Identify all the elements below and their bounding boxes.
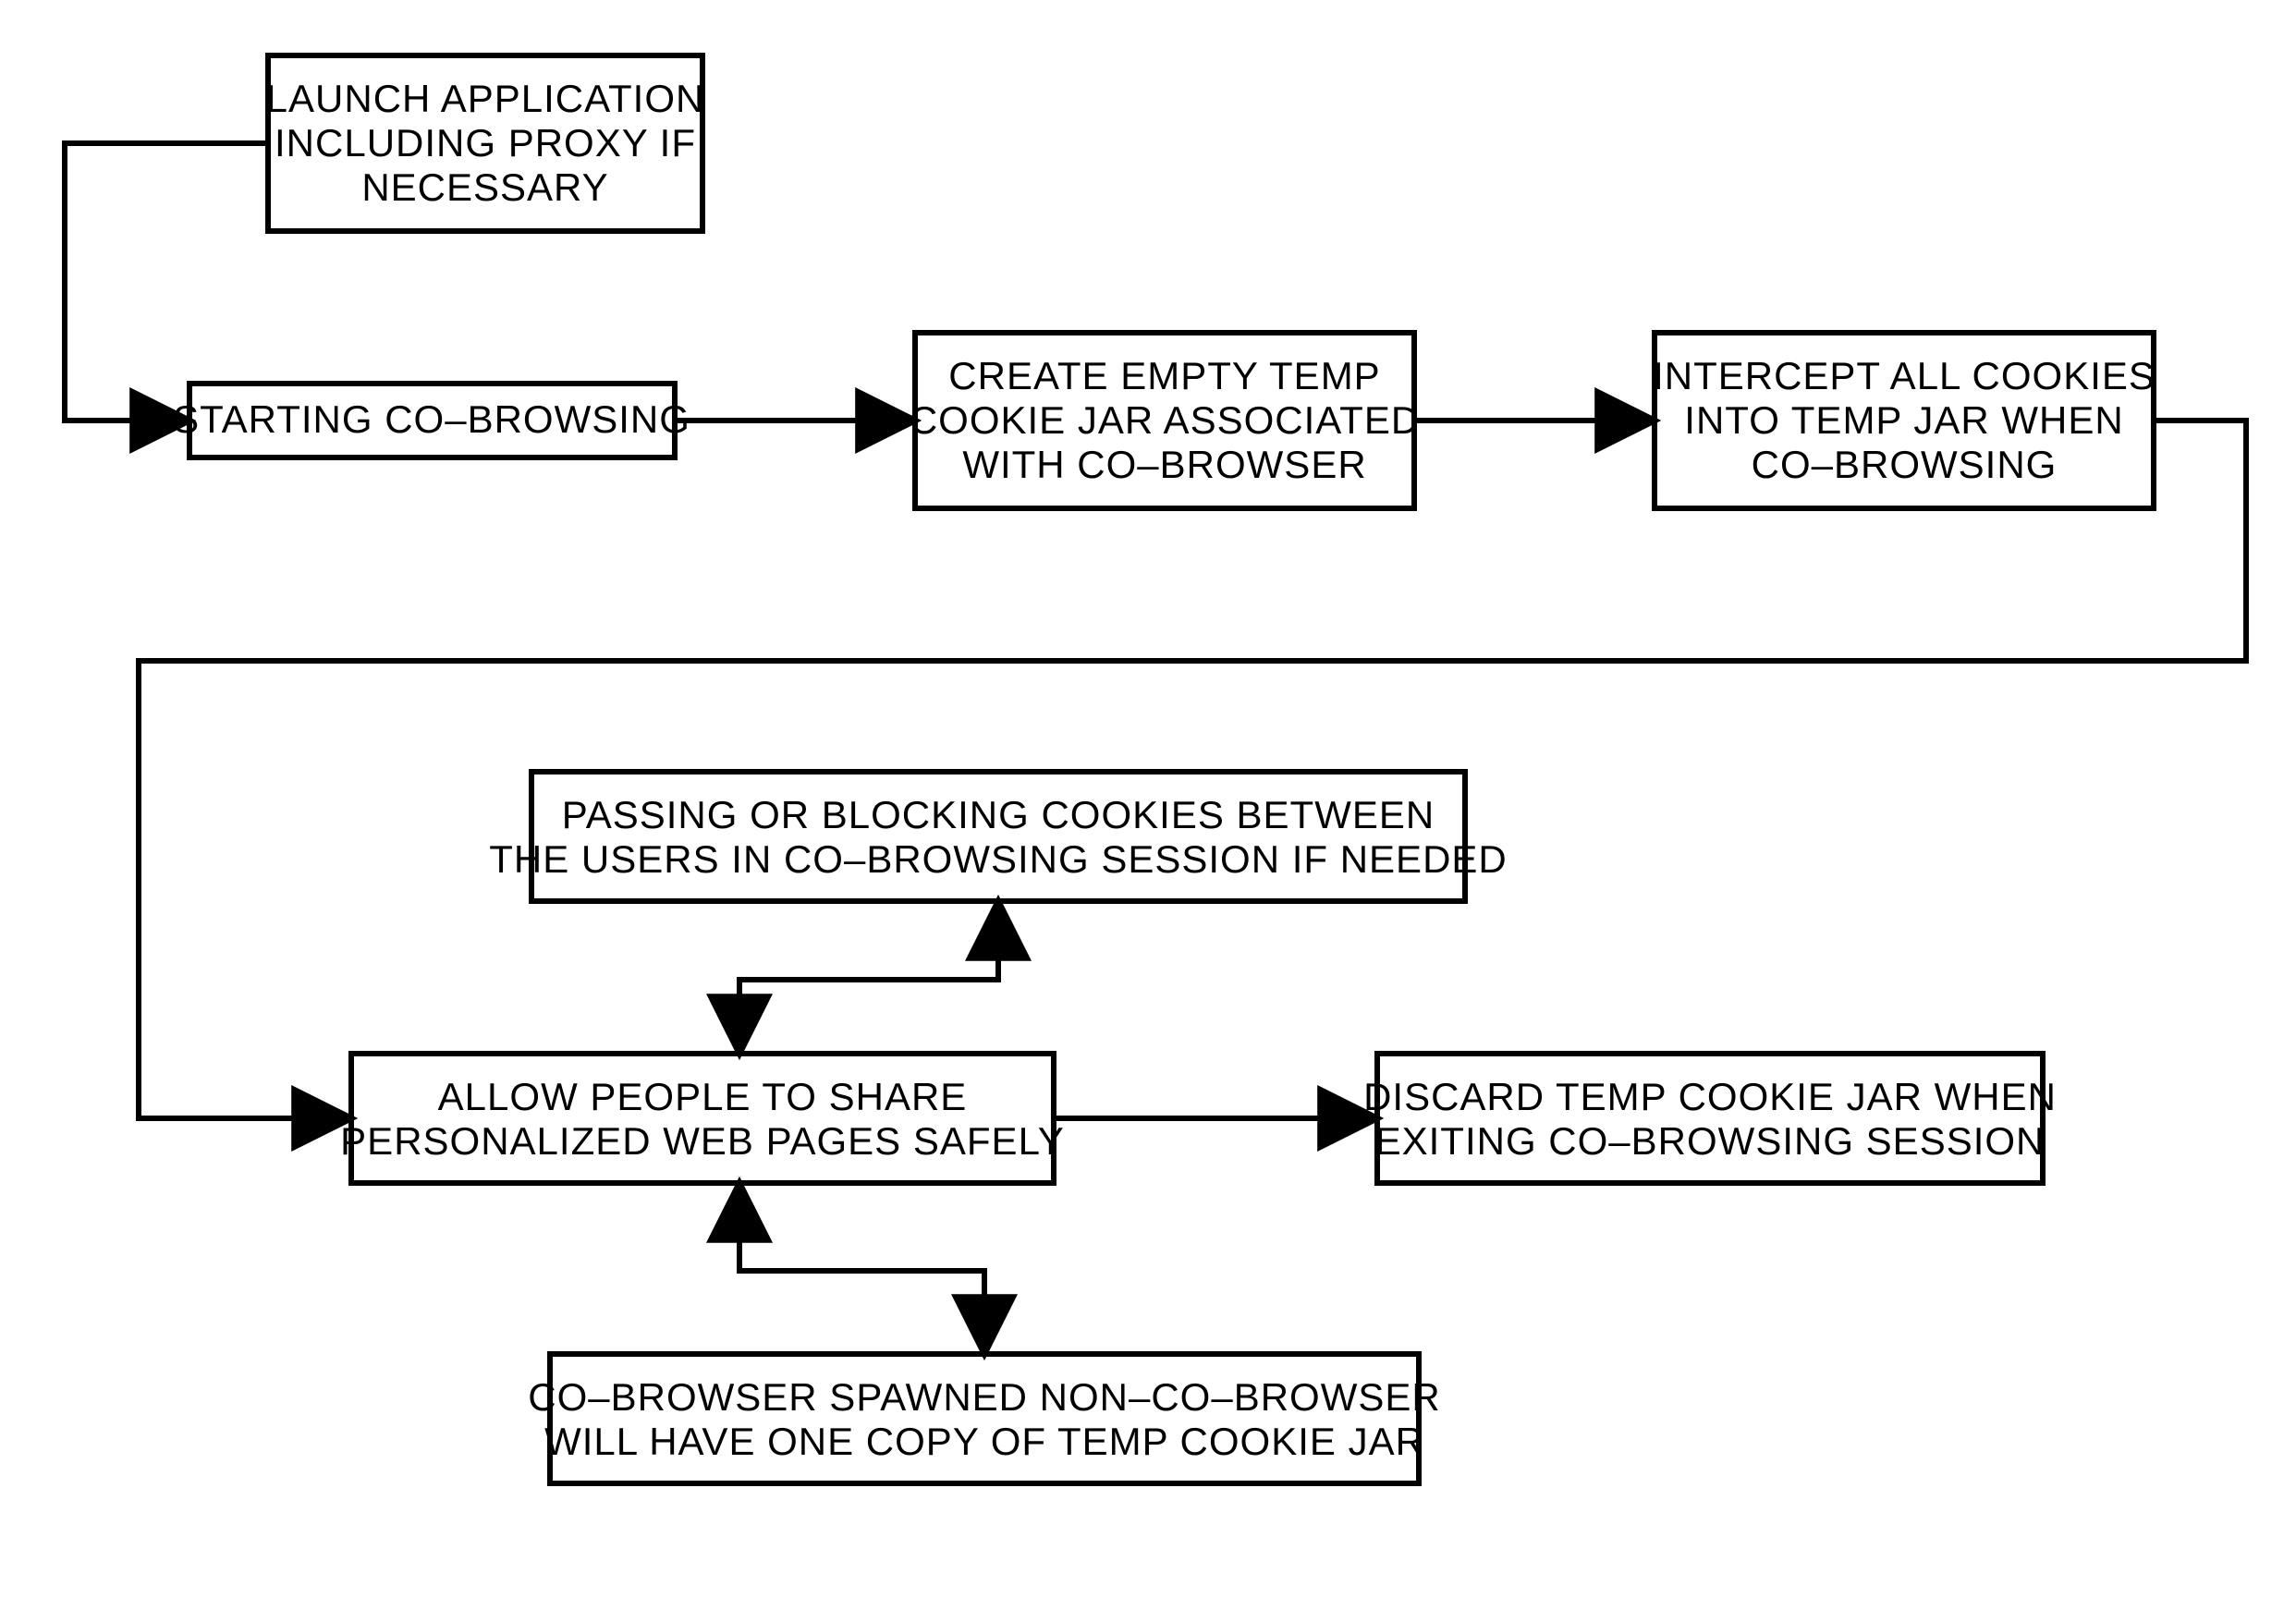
- allow-line1: ALLOW PEOPLE TO SHARE: [438, 1075, 968, 1118]
- passing-line1: PASSING OR BLOCKING COOKIES BETWEEN: [562, 793, 1435, 836]
- create-line2: COOKIE JAR ASSOCIATED: [910, 398, 1420, 442]
- conn-allow-spawned: [739, 1183, 984, 1354]
- box-start: STARTING CO–BROWSING: [173, 384, 690, 457]
- passing-line2: THE USERS IN CO–BROWSING SESSION IF NEED…: [489, 837, 1508, 881]
- discard-line2: EXITING CO–BROWSING SESSION: [1375, 1119, 2046, 1163]
- box-launch: LAUNCH APPLICATION INCLUDING PROXY IF NE…: [266, 55, 705, 231]
- spawned-line2: WILL HAVE ONE COPY OF TEMP COOKIE JAR: [544, 1420, 1424, 1463]
- launch-line2: INCLUDING PROXY IF: [275, 121, 696, 165]
- intercept-line3: CO–BROWSING: [1752, 443, 2058, 486]
- start-line1: STARTING CO–BROWSING: [173, 397, 690, 441]
- box-intercept: INTERCEPT ALL COOKIES INTO TEMP JAR WHEN…: [1653, 333, 2156, 508]
- discard-line1: DISCARD TEMP COOKIE JAR WHEN: [1363, 1075, 2057, 1118]
- intercept-line2: INTO TEMP JAR WHEN: [1684, 398, 2123, 442]
- spawned-line1: CO–BROWSER SPAWNED NON–CO–BROWSER: [528, 1375, 1440, 1419]
- allow-line2: PERSONALIZED WEB PAGES SAFELY: [340, 1119, 1065, 1163]
- box-discard: DISCARD TEMP COOKIE JAR WHEN EXITING CO–…: [1363, 1054, 2057, 1183]
- launch-line3: NECESSARY: [361, 165, 608, 209]
- box-passing: PASSING OR BLOCKING COOKIES BETWEEN THE …: [489, 772, 1508, 901]
- box-create: CREATE EMPTY TEMP COOKIE JAR ASSOCIATED …: [910, 333, 1420, 508]
- flowchart: LAUNCH APPLICATION INCLUDING PROXY IF NE…: [0, 0, 2296, 1610]
- create-line1: CREATE EMPTY TEMP: [948, 354, 1380, 397]
- create-line3: WITH CO–BROWSER: [962, 443, 1366, 486]
- conn-allow-passing: [739, 901, 998, 1054]
- intercept-line1: INTERCEPT ALL COOKIES: [1653, 354, 2156, 397]
- launch-line1: LAUNCH APPLICATION: [266, 77, 705, 120]
- conn-launch-start: [65, 143, 268, 421]
- box-allow: ALLOW PEOPLE TO SHARE PERSONALIZED WEB P…: [340, 1054, 1065, 1183]
- box-spawned: CO–BROWSER SPAWNED NON–CO–BROWSER WILL H…: [528, 1354, 1440, 1483]
